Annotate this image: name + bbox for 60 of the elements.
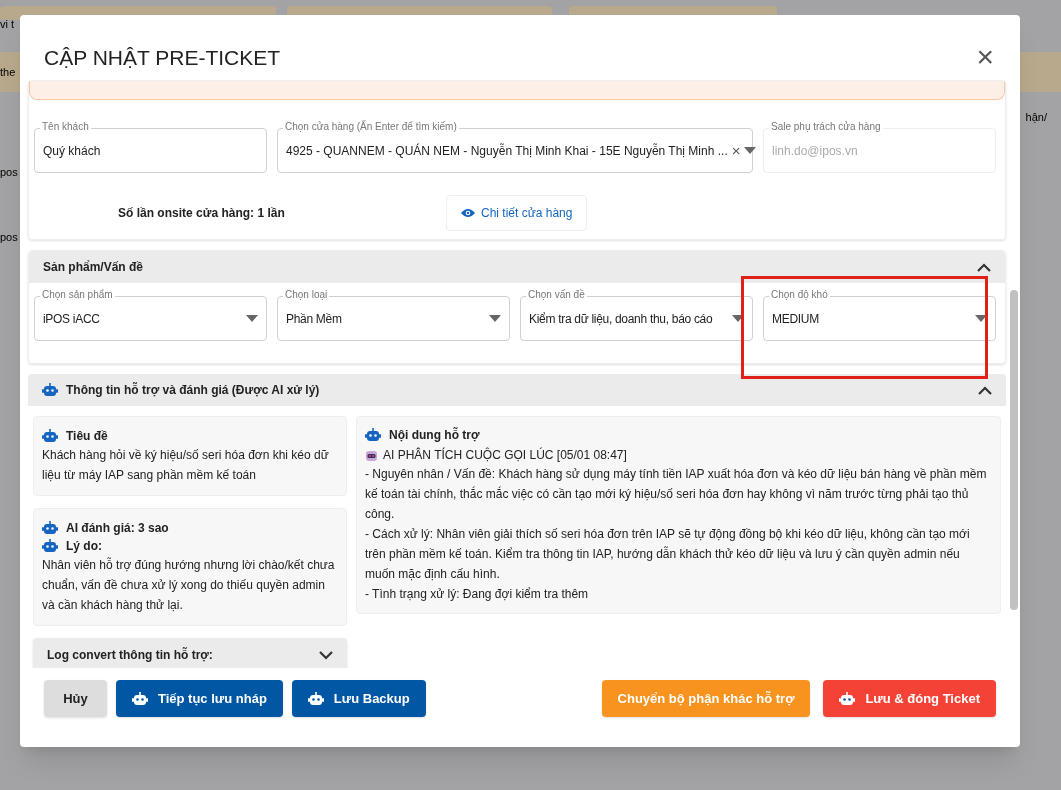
log-title: Log convert thông tin hỗ trợ: bbox=[47, 646, 213, 664]
robot-face-icon bbox=[365, 448, 378, 462]
field-label: Chọn độ khó bbox=[769, 289, 830, 301]
card-heading: Tiêu đề bbox=[66, 428, 108, 445]
log-header[interactable]: Log convert thông tin hỗ trợ: bbox=[33, 638, 347, 668]
field-value: linh.do@ipos.vn bbox=[772, 142, 859, 160]
field-label: Chọn sản phẩm bbox=[40, 289, 115, 301]
field-label: Chọn cửa hàng (Ấn Enter để tìm kiếm) bbox=[283, 121, 459, 133]
cancel-button[interactable]: Hủy bbox=[44, 680, 107, 717]
caret-icon bbox=[246, 315, 258, 322]
card-text: Nhân viên hỗ trợ đúng hướng nhưng lời chào/kết chưa chuẩn, vấn đề chưa xử lý xong do thiếu quyền admin và cần khách hàng thử lại. bbox=[42, 556, 336, 614]
chevron-down-icon[interactable] bbox=[319, 650, 333, 660]
field-value: Quý khách bbox=[43, 142, 102, 160]
dialog-title: CẬP NHẬT PRE-TICKET bbox=[44, 44, 281, 71]
content-text: - Cách xử lý: Nhân viên giải thích số seri hóa đơn trên IAP sẽ tự động đồng bộ khi kéo dữ liệu, không cần tạo mới trên phần mềm kế toán. Kiểm tra thông tin IAP, hướng dẫn khách thử kéo dữ liệu và lưu ý cần quyền admin nếu muốn mặc định cấu hình. bbox=[365, 526, 971, 583]
card-heading: Nội dung hỗ trợ bbox=[389, 426, 480, 444]
card-heading: Lý do: bbox=[66, 538, 102, 555]
action-button[interactable]: Tiếp tục lưu nháp bbox=[116, 680, 283, 717]
chevron-up-icon[interactable] bbox=[978, 385, 992, 395]
onsite-count: Số lần onsite cửa hàng: 1 lần bbox=[118, 205, 286, 222]
clear-button[interactable]: × bbox=[731, 143, 741, 158]
robot-icon bbox=[42, 429, 58, 443]
close-button[interactable]: × bbox=[976, 23, 994, 72]
field-label: Chọn vấn đề bbox=[526, 289, 587, 301]
field-label: Sale phụ trách cửa hàng bbox=[769, 121, 883, 133]
robot-icon bbox=[365, 428, 381, 442]
scrollbar[interactable] bbox=[1010, 290, 1018, 610]
field-value: iPOS iACC bbox=[43, 310, 101, 328]
caret-icon bbox=[732, 315, 744, 322]
caret-icon bbox=[489, 315, 501, 322]
card-text: Khách hàng hỏi về ký hiệu/số seri hóa đơn khi kéo dữ liệu từ máy IAP sang phần mềm kế toán bbox=[42, 447, 330, 484]
section-header[interactable]: Thông tin hỗ trợ và đánh giá (Được AI xử lý) bbox=[28, 374, 1006, 406]
section-header[interactable]: Sản phẩm/Vấn đề bbox=[29, 251, 1005, 283]
content-text: - Tình trạng xử lý: Đang đợi kiểm tra thêm bbox=[365, 586, 590, 603]
field-label: Tên khách bbox=[40, 121, 91, 133]
background-text: hận/ bbox=[1025, 110, 1047, 125]
analysis-title: AI PHÂN TÍCH CUỘC GỌI LÚC [05/01 08:47] bbox=[383, 446, 627, 464]
content-text: - Nguyên nhân / Vấn đề: Khách hàng sử dụng máy tính tiền IAP xuất hóa đơn và kéo dữ liệu bán hàng về phần mềm kế toán tài chính, thắc mắc việc có cần tạo mới ký hiệu/số seri hóa đơn hay không vì năm trước từng phải tạo thủ công. bbox=[365, 466, 988, 523]
action-button[interactable]: Lưu & đóng Ticket bbox=[823, 680, 996, 717]
section-title: Thông tin hỗ trợ và đánh giá (Được AI xử lý) bbox=[66, 381, 320, 399]
background-text: the bbox=[0, 65, 16, 80]
field-value: Kiểm tra dữ liệu, doanh thu, báo cáo bbox=[529, 310, 714, 328]
robot-icon bbox=[42, 383, 58, 397]
background-text: pos bbox=[0, 230, 18, 245]
action-button[interactable]: Lưu Backup bbox=[291, 680, 426, 717]
field-value: Phần Mềm bbox=[286, 310, 343, 328]
robot-icon bbox=[42, 521, 58, 535]
eye-icon bbox=[461, 208, 475, 218]
store-detail-button[interactable]: Chi tiết cửa hàng bbox=[446, 195, 588, 231]
background-text: vi t bbox=[0, 17, 15, 32]
caret-icon bbox=[975, 315, 987, 322]
card-heading: AI đánh giá: 3 sao bbox=[66, 520, 169, 537]
field-value: 4925 - QUANNEM - QUÁN NEM - Nguyễn Thị Minh Khai - 15E Nguyễn Thị Minh ... bbox=[286, 142, 728, 160]
chevron-up-icon[interactable] bbox=[977, 262, 991, 272]
field-value: MEDIUM bbox=[772, 310, 820, 328]
caret-icon bbox=[744, 147, 757, 154]
section-title: Sản phẩm/Vấn đề bbox=[43, 259, 144, 276]
robot-icon bbox=[42, 539, 58, 553]
background-text: pos bbox=[0, 165, 18, 180]
field-label: Chọn loại bbox=[283, 289, 330, 301]
